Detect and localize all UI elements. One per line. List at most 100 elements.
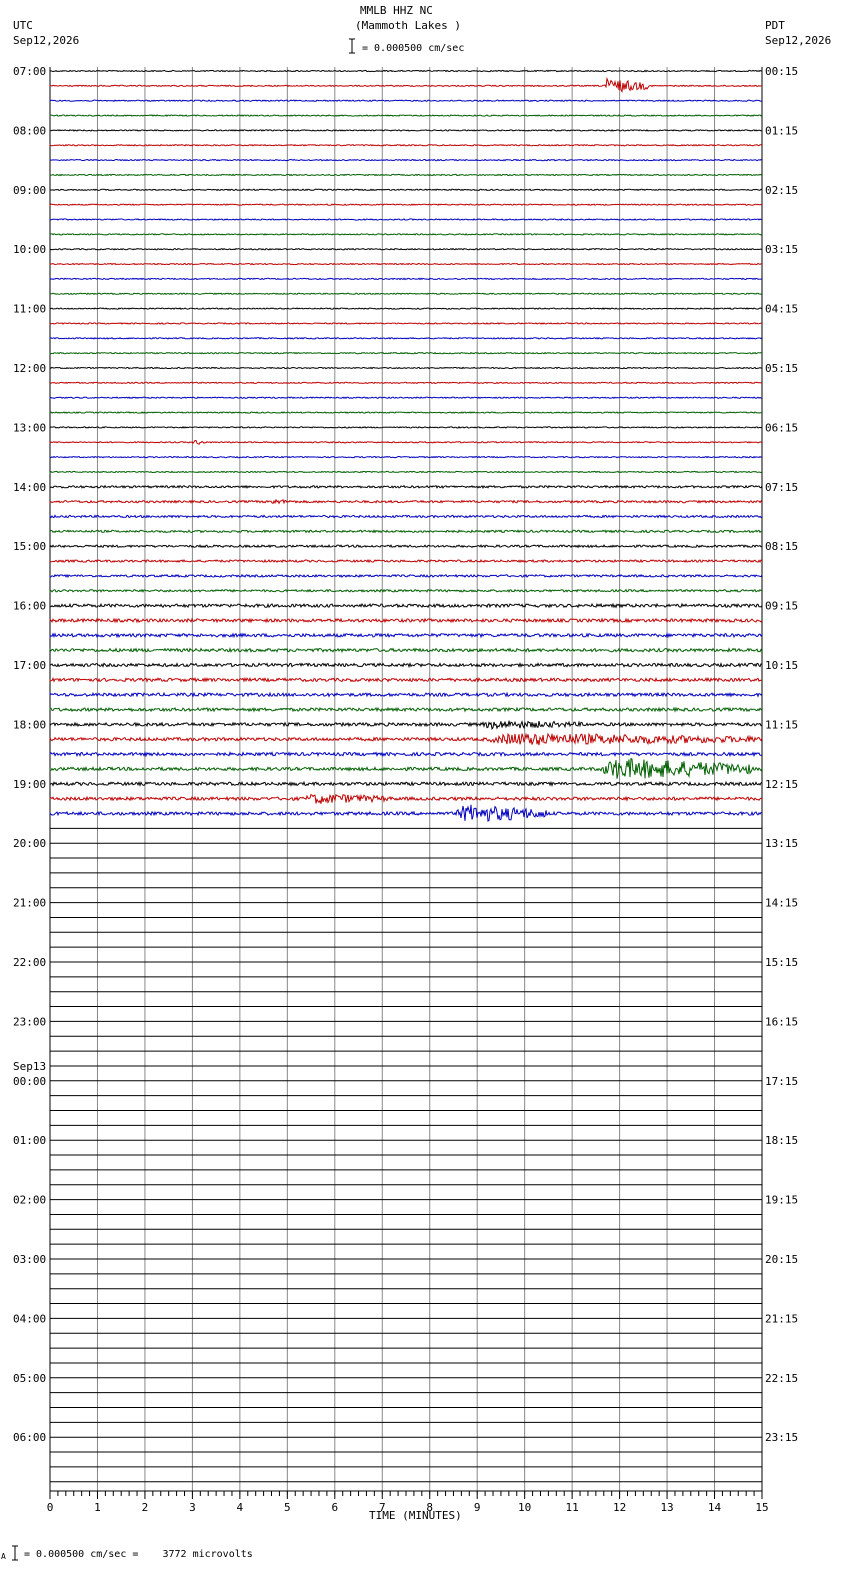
x-tick-label: 6	[331, 1501, 338, 1514]
seismic-trace	[49, 173, 763, 177]
utc-hour-label: 13:00	[13, 421, 46, 434]
x-tick-label: 5	[284, 1501, 291, 1514]
pdt-hour-label: 11:15	[765, 718, 798, 731]
utc-hour-label: 22:00	[13, 956, 46, 969]
pdt-hour-label: 02:15	[765, 184, 798, 197]
footer-scale-bar-icon	[12, 1545, 18, 1561]
seismic-trace	[49, 203, 763, 207]
x-tick-label: 2	[142, 1501, 149, 1514]
seismic-trace	[49, 544, 763, 549]
utc-hour-label: 08:00	[13, 124, 46, 137]
x-tick-label: 11	[566, 1501, 579, 1514]
pdt-hour-label: 05:15	[765, 362, 798, 375]
utc-hour-label: 20:00	[13, 837, 46, 850]
seismic-trace	[49, 426, 763, 429]
pdt-hour-label: 15:15	[765, 956, 798, 969]
x-tick-label: 4	[237, 1501, 244, 1514]
x-tick-label: 1	[94, 1501, 101, 1514]
utc-hour-label: 02:00	[13, 1194, 46, 1207]
seismic-trace	[49, 262, 762, 266]
utc-hour-label: 00:00	[13, 1075, 46, 1088]
utc-hour-label: 11:00	[13, 303, 46, 316]
seismic-trace	[49, 514, 763, 519]
pdt-hour-label: 17:15	[765, 1075, 798, 1088]
seismic-trace	[49, 757, 763, 779]
utc-hour-label: 15:00	[13, 540, 46, 553]
utc-hour-label: 16:00	[13, 600, 46, 613]
seismic-trace	[49, 455, 763, 459]
utc-hour-label: 21:00	[13, 897, 46, 910]
seismic-trace	[49, 720, 763, 730]
pdt-hour-label: 07:15	[765, 481, 798, 494]
utc-hour-label: 14:00	[13, 481, 46, 494]
x-tick-label: 15	[755, 1501, 768, 1514]
seismic-trace	[49, 440, 763, 445]
seismic-trace	[49, 661, 763, 669]
utc-hour-label: 04:00	[13, 1312, 46, 1325]
seismic-trace	[49, 617, 763, 624]
seismic-trace	[49, 322, 763, 325]
pdt-hour-label: 16:15	[765, 1015, 798, 1028]
seismic-trace	[49, 706, 763, 713]
utc-hour-label: 03:00	[13, 1253, 46, 1266]
seismic-trace	[49, 780, 763, 788]
utc-hour-label: 09:00	[13, 184, 46, 197]
seismic-trace	[49, 498, 763, 505]
seismic-trace	[49, 732, 763, 746]
x-tick-label: 10	[518, 1501, 531, 1514]
x-tick-label: 12	[613, 1501, 626, 1514]
x-tick-label: 9	[474, 1501, 481, 1514]
seismic-trace	[49, 470, 763, 474]
utc-hour-label: 06:00	[13, 1431, 46, 1444]
x-tick-label: 8	[426, 1501, 433, 1514]
pdt-hour-label: 03:15	[765, 243, 798, 256]
seismic-trace	[49, 646, 763, 654]
seismic-trace	[49, 484, 763, 489]
pdt-hour-label: 12:15	[765, 778, 798, 791]
date-change-label: Sep13	[13, 1060, 46, 1073]
seismic-trace	[49, 804, 763, 822]
utc-hour-label: 17:00	[13, 659, 46, 672]
seismic-trace	[49, 69, 763, 73]
pdt-hour-label: 10:15	[765, 659, 798, 672]
seismic-trace	[49, 691, 763, 698]
seismic-trace	[49, 381, 762, 385]
seismic-trace	[49, 143, 763, 147]
seismic-trace	[49, 99, 763, 102]
seismic-trace	[49, 158, 763, 162]
x-tick-label: 0	[47, 1501, 54, 1514]
pdt-hour-label: 01:15	[765, 124, 798, 137]
pdt-hour-label: 22:15	[765, 1372, 798, 1385]
pdt-hour-label: 14:15	[765, 897, 798, 910]
seismic-trace	[49, 129, 763, 132]
seismic-trace	[49, 114, 763, 117]
x-tick-label: 3	[189, 1501, 196, 1514]
seismic-trace	[49, 366, 763, 370]
pdt-hour-label: 08:15	[765, 540, 798, 553]
seismic-trace	[49, 602, 763, 609]
seismic-trace	[49, 247, 763, 251]
pdt-hour-label: 20:15	[765, 1253, 798, 1266]
seismic-trace	[49, 588, 763, 593]
seismic-trace	[49, 76, 763, 93]
utc-hour-label: 19:00	[13, 778, 46, 791]
x-tick-label: 13	[660, 1501, 673, 1514]
pdt-hour-label: 18:15	[765, 1134, 798, 1147]
utc-hour-label: 23:00	[13, 1015, 46, 1028]
seismic-trace	[49, 277, 763, 281]
seismic-trace	[49, 529, 762, 534]
scale-bar-icon	[349, 38, 355, 54]
utc-hour-label: 05:00	[13, 1372, 46, 1385]
seismic-trace	[49, 351, 763, 355]
pdt-hour-label: 04:15	[765, 303, 798, 316]
x-tick-label: 14	[708, 1501, 722, 1514]
seismic-trace	[49, 307, 763, 310]
seismic-trace	[49, 336, 763, 340]
seismic-trace	[49, 793, 763, 804]
seismic-trace	[49, 573, 763, 579]
seismic-trace	[49, 188, 763, 192]
seismic-trace	[49, 751, 762, 758]
pdt-hour-label: 19:15	[765, 1194, 798, 1207]
utc-hour-label: 07:00	[13, 65, 46, 78]
utc-hour-label: 10:00	[13, 243, 46, 256]
